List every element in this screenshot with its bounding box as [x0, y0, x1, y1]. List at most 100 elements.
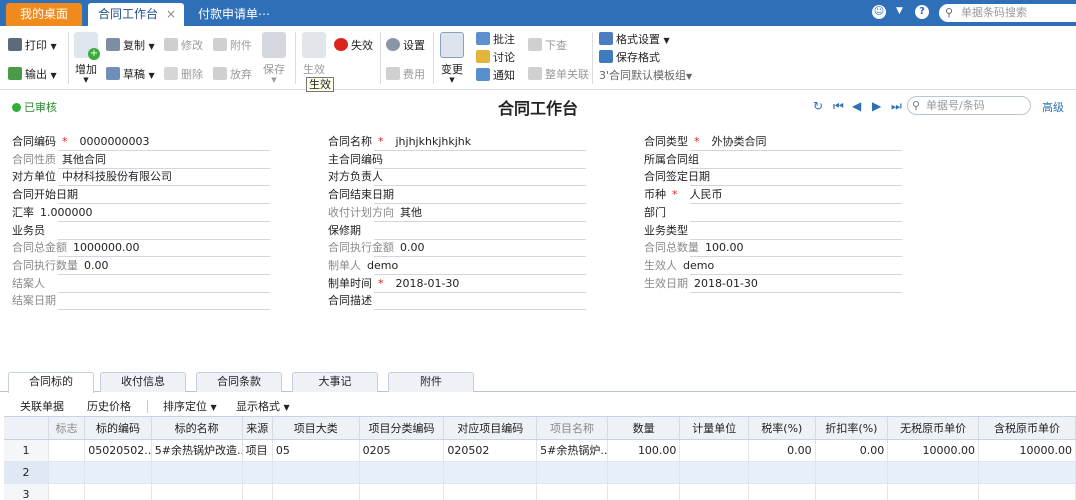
help-icon[interactable]: ? — [915, 5, 929, 19]
delete-button[interactable]: 删除 — [164, 66, 203, 84]
table-cell[interactable]: 5#余热锅炉... — [536, 439, 608, 462]
column-header[interactable]: 折扣率(%) — [815, 417, 889, 440]
table-cell[interactable] — [443, 483, 538, 500]
form-field[interactable]: 所属合同组 — [644, 152, 902, 169]
field-value[interactable]: 其他合同 — [62, 152, 106, 168]
form-field[interactable]: 合同执行数量 0.00 — [12, 258, 270, 275]
form-field[interactable]: 制单时间 * 2018-01-30 — [328, 276, 586, 293]
table-cell[interactable]: 5#余热锅炉改造... — [151, 439, 243, 462]
notify-button[interactable]: 通知 — [476, 67, 515, 85]
doc-search-input[interactable]: ⚲ 单据号/条码 — [907, 96, 1031, 115]
form-field[interactable]: 生效日期 2018-01-30 — [644, 276, 902, 293]
form-field[interactable]: 业务员 — [12, 223, 270, 240]
prev-record-icon[interactable]: ◀ — [852, 99, 861, 113]
tab-contract-items[interactable]: 合同标的 — [8, 372, 94, 393]
column-header[interactable]: 税率(%) — [748, 417, 816, 440]
table-cell[interactable] — [151, 483, 243, 500]
form-field[interactable]: 制单人 demo — [328, 258, 586, 275]
display-format-button[interactable]: 显示格式 ▼ — [236, 398, 290, 414]
field-value[interactable]: 其他 — [400, 205, 422, 221]
field-value[interactable]: 1000000.00 — [73, 240, 139, 256]
table-row[interactable]: 3 — [4, 483, 1076, 500]
column-header[interactable]: 标的编码 — [84, 417, 152, 440]
push-down-button[interactable]: 下查 — [528, 37, 567, 55]
form-field[interactable]: 合同描述 — [328, 293, 586, 311]
tab-payment-info[interactable]: 收付信息 — [100, 372, 186, 392]
form-field[interactable]: 合同签定日期 — [644, 169, 902, 187]
table-cell[interactable] — [978, 483, 1076, 500]
field-value[interactable]: jhjhjkhkjhkjhk — [396, 134, 472, 150]
table-cell[interactable] — [84, 483, 152, 500]
close-icon[interactable]: × — [166, 3, 176, 25]
column-header[interactable]: 标的名称 — [151, 417, 243, 440]
form-field[interactable]: 收付计划方向 其他 — [328, 205, 586, 222]
table-cell[interactable] — [272, 483, 360, 500]
next-record-icon[interactable]: ▶ — [872, 99, 881, 113]
save-button[interactable]: 保存 ▼ — [260, 32, 288, 84]
column-header[interactable]: 项目分类编码 — [359, 417, 445, 440]
table-cell[interactable] — [887, 483, 980, 500]
link-doc-button[interactable]: 关联单据 — [20, 398, 64, 414]
form-field[interactable]: 结案人 — [12, 276, 270, 293]
form-field[interactable]: 合同开始日期 — [12, 187, 270, 205]
last-record-icon[interactable]: ⏭ — [891, 99, 902, 114]
form-field[interactable]: 合同总数量 100.00 — [644, 240, 902, 258]
table-cell[interactable] — [151, 461, 243, 484]
table-cell[interactable] — [748, 461, 816, 484]
form-field[interactable]: 对方单位 中材科技股份有限公司 — [12, 169, 270, 187]
change-button[interactable]: 变更 ▼ — [438, 32, 466, 84]
table-cell[interactable] — [443, 461, 538, 484]
table-cell[interactable] — [679, 439, 750, 462]
template-select[interactable]: 3'合同默认模板组▼ — [599, 67, 692, 85]
table-cell[interactable]: 0.00 — [748, 439, 816, 462]
tab-contract-workbench[interactable]: 合同工作台 × — [88, 3, 184, 26]
table-row[interactable]: 2 — [4, 461, 1076, 484]
table-cell[interactable] — [84, 461, 152, 484]
table-cell[interactable] — [607, 461, 681, 484]
smiley-icon[interactable]: ☺ — [872, 5, 886, 19]
field-value[interactable]: demo — [683, 258, 714, 274]
tab-payment-request[interactable]: 付款申请单⋯ — [188, 3, 284, 26]
form-field[interactable]: 合同性质 其他合同 — [12, 152, 270, 169]
advanced-search-link[interactable]: 高级 — [1042, 99, 1064, 115]
column-header[interactable]: 项目大类 — [272, 417, 360, 440]
table-cell[interactable]: 05020502... — [84, 439, 152, 462]
table-cell[interactable] — [679, 483, 750, 500]
form-field[interactable]: 汇率 1.000000 — [12, 205, 270, 222]
column-header[interactable]: 来源 — [242, 417, 273, 440]
field-value[interactable]: 0000000003 — [80, 134, 150, 150]
field-value[interactable]: 0.00 — [84, 258, 109, 274]
save-format-button[interactable]: 保存格式 — [599, 49, 660, 67]
table-cell[interactable] — [242, 483, 273, 500]
column-header[interactable]: 无税原币单价 — [887, 417, 980, 440]
column-header[interactable]: 对应项目编码 — [443, 417, 538, 440]
table-cell[interactable] — [978, 461, 1076, 484]
table-cell[interactable]: 100.00 — [607, 439, 681, 462]
attachment-button[interactable]: 附件 — [213, 37, 252, 55]
print-button[interactable]: 打印 ▼ — [8, 37, 57, 55]
table-cell[interactable]: 项目 — [242, 439, 273, 462]
chevron-down-icon[interactable]: ▼ — [896, 6, 903, 16]
field-value[interactable]: 2018-01-30 — [694, 276, 758, 292]
invalid-button[interactable]: 失效 — [334, 37, 373, 55]
copy-button[interactable]: 复制 ▼ — [106, 37, 155, 55]
export-button[interactable]: 输出 ▼ — [8, 66, 57, 84]
table-cell[interactable] — [536, 483, 608, 500]
table-cell[interactable]: 0205 — [359, 439, 445, 462]
table-cell[interactable] — [48, 483, 86, 500]
form-field[interactable]: 合同执行金额 0.00 — [328, 240, 586, 258]
table-cell[interactable]: 10000.00 — [978, 439, 1076, 462]
table-cell[interactable] — [815, 461, 889, 484]
form-field[interactable]: 主合同编码 — [328, 152, 586, 169]
field-value[interactable]: 人民币 — [690, 187, 723, 203]
refresh-icon[interactable]: ↻ — [813, 99, 823, 113]
form-field[interactable]: 结案日期 — [12, 293, 270, 311]
table-cell[interactable]: 10000.00 — [887, 439, 980, 462]
column-header[interactable]: 标志 — [48, 417, 86, 440]
draft-button[interactable]: 草稿 ▼ — [106, 66, 155, 84]
form-field[interactable]: 合同结束日期 — [328, 187, 586, 205]
form-field[interactable]: 合同总金额 1000000.00 — [12, 240, 270, 258]
format-settings-button[interactable]: 格式设置 ▼ — [599, 31, 670, 49]
table-cell[interactable] — [359, 483, 445, 500]
table-cell[interactable] — [679, 461, 750, 484]
